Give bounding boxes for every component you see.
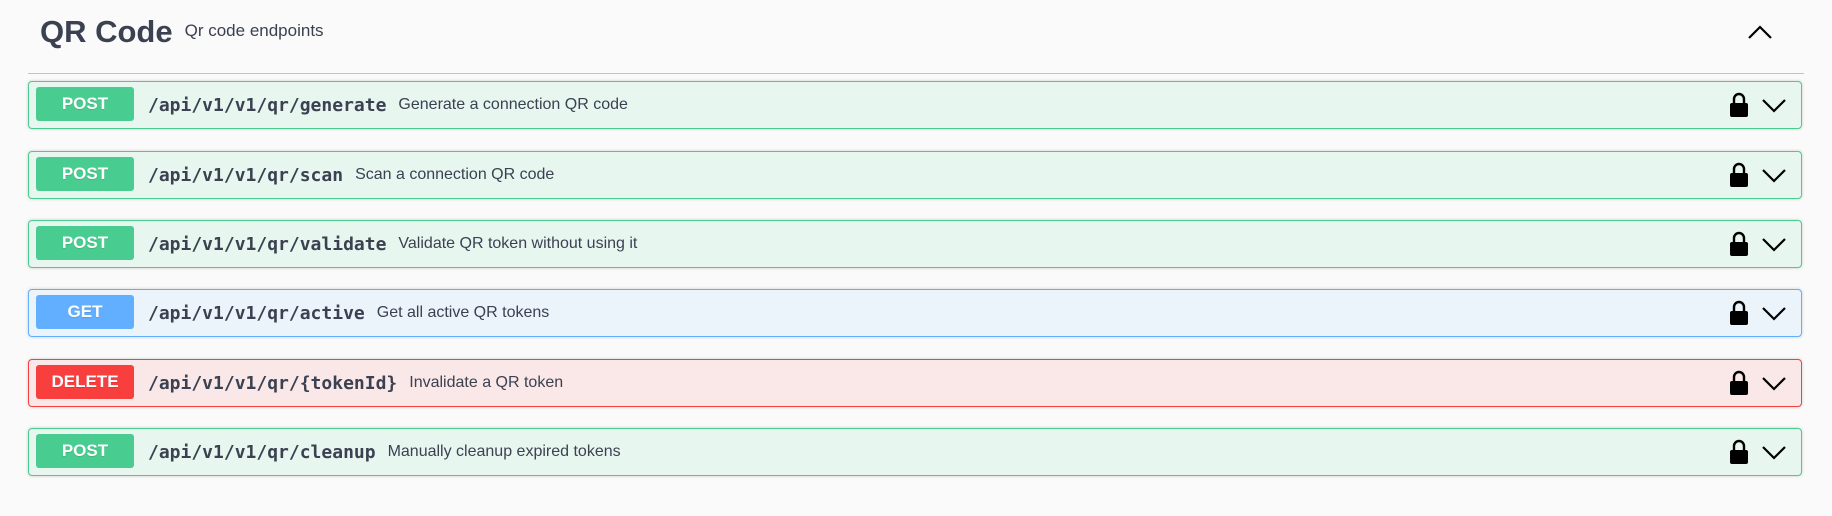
endpoint-path: /api/v1/v1/qr/active — [148, 302, 365, 324]
operation-row[interactable]: POST /api/v1/v1/qr/generate Generate a c… — [28, 81, 1802, 129]
method-badge: POST — [36, 157, 134, 191]
method-badge: POST — [36, 434, 134, 468]
endpoint-summary: Invalidate a QR token — [409, 374, 564, 391]
endpoint-summary: Manually cleanup expired tokens — [387, 443, 621, 460]
operation-row[interactable]: POST /api/v1/v1/qr/validate Validate QR … — [28, 220, 1802, 268]
endpoint-summary: Get all active QR tokens — [376, 304, 550, 321]
endpoint-path: /api/v1/v1/qr/validate — [148, 233, 387, 255]
method-badge: POST — [36, 226, 134, 260]
operation-row[interactable]: POST /api/v1/v1/qr/scan Scan a connectio… — [28, 151, 1802, 199]
chevron-down-icon[interactable] — [1761, 370, 1787, 396]
lock-icon[interactable] — [1729, 439, 1749, 465]
tag-description: Qr code endpoints — [184, 20, 324, 40]
lock-icon[interactable] — [1729, 231, 1749, 257]
endpoint-path: /api/v1/v1/qr/scan — [148, 164, 344, 186]
operation-icons — [1729, 370, 1787, 396]
method-badge: DELETE — [36, 365, 134, 399]
operation-row[interactable]: GET /api/v1/v1/qr/active Get all active … — [28, 289, 1802, 337]
chevron-down-icon[interactable] — [1761, 92, 1787, 118]
endpoint-path: /api/v1/v1/qr/cleanup — [148, 441, 376, 463]
endpoint-summary: Generate a connection QR code — [398, 96, 628, 113]
qr-code-section: QR Code Qr code endpoints POST /api/v1/v… — [28, 0, 1804, 476]
lock-icon[interactable] — [1729, 300, 1749, 326]
tag-title: QR Code — [40, 13, 173, 49]
lock-icon[interactable] — [1729, 92, 1749, 118]
method-badge: GET — [36, 295, 134, 329]
endpoint-path: /api/v1/v1/qr/{tokenId} — [148, 372, 398, 394]
chevron-down-icon[interactable] — [1761, 300, 1787, 326]
chevron-down-icon[interactable] — [1761, 162, 1787, 188]
chevron-down-icon[interactable] — [1761, 231, 1787, 257]
operation-row[interactable]: POST /api/v1/v1/qr/cleanup Manually clea… — [28, 428, 1802, 476]
operation-row[interactable]: DELETE /api/v1/v1/qr/{tokenId} Invalidat… — [28, 359, 1802, 407]
operation-icons — [1729, 439, 1787, 465]
chevron-up-icon[interactable] — [1744, 18, 1776, 46]
method-badge: POST — [36, 87, 134, 121]
endpoint-summary: Scan a connection QR code — [355, 166, 555, 183]
operation-icons — [1729, 300, 1787, 326]
operation-icons — [1729, 231, 1787, 257]
chevron-down-icon[interactable] — [1761, 439, 1787, 465]
tag-header[interactable]: QR Code Qr code endpoints — [28, 0, 1804, 74]
endpoint-path: /api/v1/v1/qr/generate — [148, 94, 387, 116]
operation-icons — [1729, 92, 1787, 118]
operation-icons — [1729, 162, 1787, 188]
lock-icon[interactable] — [1729, 162, 1749, 188]
endpoint-summary: Validate QR token without using it — [398, 235, 638, 252]
lock-icon[interactable] — [1729, 370, 1749, 396]
